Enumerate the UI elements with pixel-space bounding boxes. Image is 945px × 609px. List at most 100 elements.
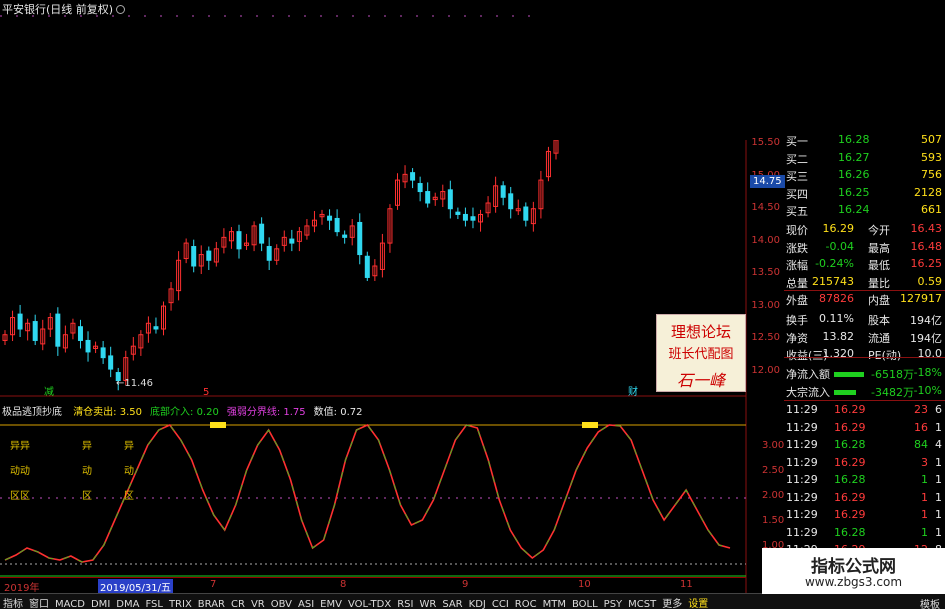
quote-cell: 10.0 [917, 347, 943, 360]
candle-body [153, 326, 159, 330]
indicator-tab[interactable]: MTM [540, 598, 569, 609]
indicator-tab[interactable]: KDJ [466, 598, 489, 609]
stock-title: 平安银行(日线 前复权) [2, 1, 126, 17]
quote-cell: 16.25 [838, 185, 870, 199]
indicator-tab[interactable]: 更多 [659, 594, 685, 609]
quote-cell: -3482万 [871, 385, 914, 399]
quote-cell: 1 [921, 525, 928, 539]
selected-date[interactable]: 2019/05/31/五 [98, 579, 174, 594]
indicator-tab[interactable]: ROC [512, 598, 540, 609]
oscillator-line-overlay [4, 424, 731, 563]
quote-cell: 16.29 [834, 490, 866, 504]
month-label: 10 [578, 579, 591, 590]
quote-cell: 16 [914, 420, 928, 434]
stats2-row: 净资 13.82 流通 194亿 [784, 330, 944, 347]
quote-cell: 16.29 [834, 508, 866, 521]
indicator-tab[interactable]: FSL [142, 598, 166, 609]
quote-cell: 11:29 [786, 420, 818, 434]
quote-cell: 最高 [868, 241, 890, 255]
candle-body [508, 193, 514, 210]
indicator-tab[interactable]: TRIX [166, 598, 195, 609]
quote-cell: 13.82 [822, 329, 855, 343]
year-label: 2019年 [4, 583, 40, 594]
indicator-tab[interactable]: RSI [394, 598, 416, 609]
quote-panel: 买一 16.28 507 买二 16.27 593 买三 16.26 756 买四 16.25 212… [784, 133, 945, 595]
candle-body [32, 321, 38, 341]
indicator-tab[interactable]: CR [228, 598, 248, 609]
indicator-tab[interactable]: CCI [489, 598, 512, 609]
quote-cell: 涨跌 [786, 241, 808, 255]
candle-body [425, 191, 431, 204]
indicator-name[interactable]: 极品逃顶抄底 [2, 407, 62, 418]
candle-body [17, 313, 23, 330]
quote-cell: 股本 [868, 314, 890, 327]
indicator-tab[interactable]: ASI [295, 598, 317, 609]
quote-cell: PE(动) [868, 349, 902, 362]
candle-body [364, 255, 370, 278]
candle-body [334, 217, 340, 233]
note-box: 理想论坛 班长代配图 石一峰 [656, 314, 746, 392]
settings-icon[interactable] [116, 5, 126, 14]
quote-cell: 16.43 [910, 222, 943, 235]
quote-cell: 16.29 [834, 403, 866, 416]
panel-separator [784, 357, 945, 358]
indicator-tab-bar: 指标 窗口 MACD DMI DMA FSL TRIX BRAR CR VR OBV ASI EMV VO… [0, 593, 945, 609]
month-label: 7 [210, 579, 217, 590]
candle-body [342, 234, 348, 238]
quote-cell: 756 [921, 168, 942, 181]
bid-level-row: 买一 16.28 507 [784, 133, 944, 150]
quote-cell: 215743 [812, 274, 854, 288]
indicator-side-label: 动 [124, 466, 134, 477]
indicator-tab[interactable]: BOLL [569, 598, 601, 609]
indicator-tab[interactable]: BRAR [195, 598, 228, 609]
quote-cell: 0.11% [819, 312, 854, 325]
candle-body [417, 183, 423, 193]
indicator-tab[interactable]: VR [248, 598, 268, 609]
indicator-side-label: 区 [82, 491, 92, 502]
indicator-tab[interactable]: MACD [52, 598, 88, 609]
panel-separator [784, 400, 945, 401]
template-tab[interactable]: 模板 [917, 595, 943, 609]
indicator-tab[interactable]: DMI [88, 598, 113, 609]
quote-cell: 涨幅 [786, 259, 808, 272]
indicator-tab[interactable]: 窗口 [26, 594, 52, 609]
candle-body [289, 238, 295, 244]
indicator-tab[interactable]: WR [416, 598, 439, 609]
tick-row: 11:29 16.28 84 4 [784, 438, 944, 455]
quote-cell: 收益(三) [786, 349, 828, 362]
watermark: 指标公式网 www.zbgs3.com [762, 548, 945, 594]
indicator-tab[interactable]: EMV [317, 598, 345, 609]
quote-cell: 1 [921, 490, 928, 504]
stats-row: 涨跌 -0.04 最高 16.48 [784, 240, 944, 257]
quote-cell: 661 [921, 203, 942, 216]
candle-body [85, 339, 91, 353]
indicator-tab[interactable]: SAR [439, 598, 465, 609]
quote-cell: 1 [935, 508, 942, 521]
indicator-axis-label: 2.50 [762, 465, 785, 476]
candle-body [523, 206, 529, 221]
indicator-side-label: 区区 [10, 491, 30, 502]
quote-cell: 净流入额 [786, 368, 830, 381]
quote-cell: 11:29 [786, 525, 818, 539]
price-axis-label: 12.00 [751, 364, 780, 376]
quote-cell: 194亿 [910, 314, 942, 327]
stats-row: 外盘 87826 内盘 127917 [784, 292, 944, 309]
indicator-tab[interactable]: OBV [268, 598, 295, 609]
indicator-tab[interactable]: DMA [113, 598, 142, 609]
candle-body [462, 213, 468, 221]
indicator-tab[interactable]: 设置 [685, 594, 711, 609]
quote-cell: 1 [935, 473, 942, 486]
tick-row: 11:29 16.29 16 1 [784, 421, 944, 438]
indicator-tab[interactable]: 指标 [0, 594, 26, 609]
quote-cell: 16.27 [838, 150, 870, 164]
indicator-tab[interactable]: VOL-TDX [345, 598, 394, 609]
quote-cell: 买一 [786, 135, 808, 148]
candle-body [357, 221, 363, 256]
quote-cell: -18% [913, 366, 942, 379]
quote-cell: 194亿 [910, 331, 942, 345]
indicator-tab[interactable]: PSY [601, 598, 626, 609]
redaction-top-right [534, 0, 945, 140]
tick-row: 11:29 16.28 11 [784, 526, 944, 543]
quote-cell: -10% [913, 383, 942, 397]
indicator-tab[interactable]: MCST [625, 598, 659, 609]
